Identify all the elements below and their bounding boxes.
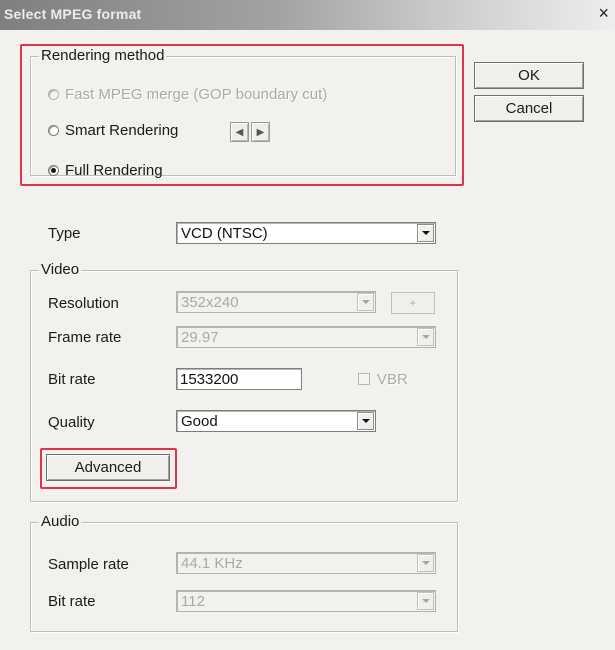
close-icon[interactable]: × [598, 3, 609, 24]
cancel-button[interactable]: Cancel [474, 95, 584, 122]
type-select[interactable]: VCD (NTSC) [176, 222, 436, 244]
spin-right-icon[interactable]: ▶ [251, 122, 270, 142]
checkbox-icon[interactable] [358, 373, 370, 385]
audio-bit-rate-select[interactable]: 112 [176, 590, 436, 612]
radio-icon [48, 165, 59, 176]
resolution-label: Resolution [48, 295, 119, 312]
sample-rate-select[interactable]: 44.1 KHz [176, 552, 436, 574]
spin-right-glyph: ▶ [256, 126, 265, 138]
type-label: Type [48, 225, 81, 242]
quality-select-value: Good [181, 413, 218, 430]
resolution-select[interactable]: 352x240 [176, 291, 376, 313]
audio-bit-rate-select-value: 112 [181, 593, 205, 610]
frame-rate-select-value: 29.97 [181, 329, 219, 346]
bit-rate-input-value: 1533200 [180, 371, 239, 388]
title-bar[interactable]: Select MPEG format × [0, 0, 615, 30]
radio-full-rendering-label: Full Rendering [65, 162, 163, 179]
radio-selected-dot [51, 168, 56, 173]
radio-fast-mpeg-merge-label: Fast MPEG merge (GOP boundary cut) [65, 86, 328, 103]
dropdown-arrow-icon[interactable] [357, 412, 374, 430]
audio-group-label: Audio [39, 513, 82, 530]
spin-left-icon[interactable]: ◀ [230, 122, 249, 142]
resolution-plus-button[interactable]: + [391, 292, 435, 314]
ok-button[interactable]: OK [474, 62, 584, 89]
resolution-select-value: 352x240 [181, 294, 239, 311]
window-title: Select MPEG format [4, 6, 142, 22]
frame-rate-select[interactable]: 29.97 [176, 326, 436, 348]
spin-left-glyph: ◀ [235, 126, 244, 138]
bit-rate-input[interactable]: 1533200 [176, 368, 302, 390]
type-select-value: VCD (NTSC) [181, 225, 268, 242]
quality-select[interactable]: Good [176, 410, 376, 432]
sample-rate-label: Sample rate [48, 556, 129, 573]
bit-rate-label: Bit rate [48, 371, 96, 388]
video-group-label: Video [39, 261, 82, 278]
advanced-highlight [40, 448, 177, 489]
dropdown-arrow-icon[interactable] [417, 224, 434, 242]
radio-full-rendering[interactable]: Full Rendering [48, 162, 163, 179]
frame-rate-label: Frame rate [48, 329, 122, 346]
vbr-label: VBR [377, 371, 408, 388]
radio-smart-rendering-label: Smart Rendering [65, 122, 179, 139]
radio-icon [48, 89, 59, 100]
audio-group: Audio [30, 513, 458, 632]
quality-label: Quality [48, 414, 95, 431]
dropdown-arrow-icon[interactable] [417, 328, 434, 346]
radio-smart-rendering[interactable]: Smart Rendering [48, 122, 178, 139]
dropdown-arrow-icon[interactable] [357, 293, 374, 311]
radio-fast-mpeg-merge[interactable]: Fast MPEG merge (GOP boundary cut) [48, 86, 327, 103]
sample-rate-select-value: 44.1 KHz [181, 555, 243, 572]
radio-icon [48, 125, 59, 136]
resolution-plus-glyph: + [409, 296, 417, 310]
dropdown-arrow-icon[interactable] [417, 592, 434, 610]
dropdown-arrow-icon[interactable] [417, 554, 434, 572]
select-mpeg-format-dialog: Select MPEG format × Rendering method Fa… [0, 0, 615, 650]
audio-bit-rate-label: Bit rate [48, 593, 96, 610]
